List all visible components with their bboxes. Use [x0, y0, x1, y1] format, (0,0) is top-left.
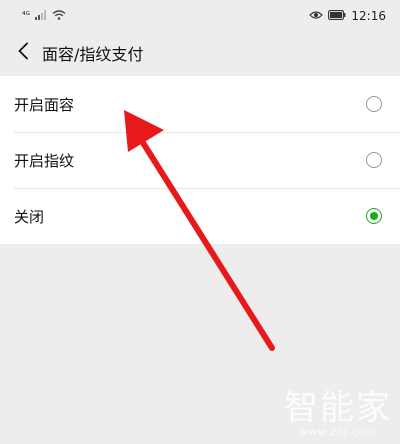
page-title: 面容/指纹支付 — [42, 45, 144, 64]
status-time: 12:16 — [351, 9, 386, 23]
watermark: 智能家 www.znj.com — [284, 389, 392, 438]
option-label: 开启面容 — [14, 95, 75, 114]
chevron-left-icon — [17, 42, 29, 64]
option-label: 开启指纹 — [14, 151, 75, 170]
status-left: ⁴ᴳ — [22, 9, 66, 23]
screen: ⁴ᴳ 12:16 面容/指纹支付 开启面容 开启指纹 关闭 智能家 www.zn… — [0, 0, 400, 444]
signal-icon — [35, 9, 47, 23]
status-bar: ⁴ᴳ 12:16 — [0, 0, 400, 32]
option-label: 关闭 — [14, 207, 45, 226]
radio-checked-icon[interactable] — [366, 208, 382, 224]
options-list: 开启面容 开启指纹 关闭 — [0, 76, 400, 244]
option-off[interactable]: 关闭 — [0, 188, 400, 244]
nav-bar: 面容/指纹支付 — [0, 32, 400, 74]
carrier-mark: ⁴ᴳ — [22, 11, 30, 21]
option-face[interactable]: 开启面容 — [0, 76, 400, 132]
back-button[interactable] — [4, 32, 42, 74]
radio-unchecked-icon[interactable] — [366, 152, 382, 168]
battery-icon — [328, 9, 346, 23]
watermark-url: www.znj.com — [299, 427, 377, 438]
status-right: 12:16 — [309, 9, 386, 23]
option-fingerprint[interactable]: 开启指纹 — [0, 132, 400, 188]
radio-unchecked-icon[interactable] — [366, 96, 382, 112]
watermark-logo: 智能家 — [284, 388, 392, 428]
wifi-icon — [52, 9, 66, 23]
eye-icon — [309, 9, 324, 23]
